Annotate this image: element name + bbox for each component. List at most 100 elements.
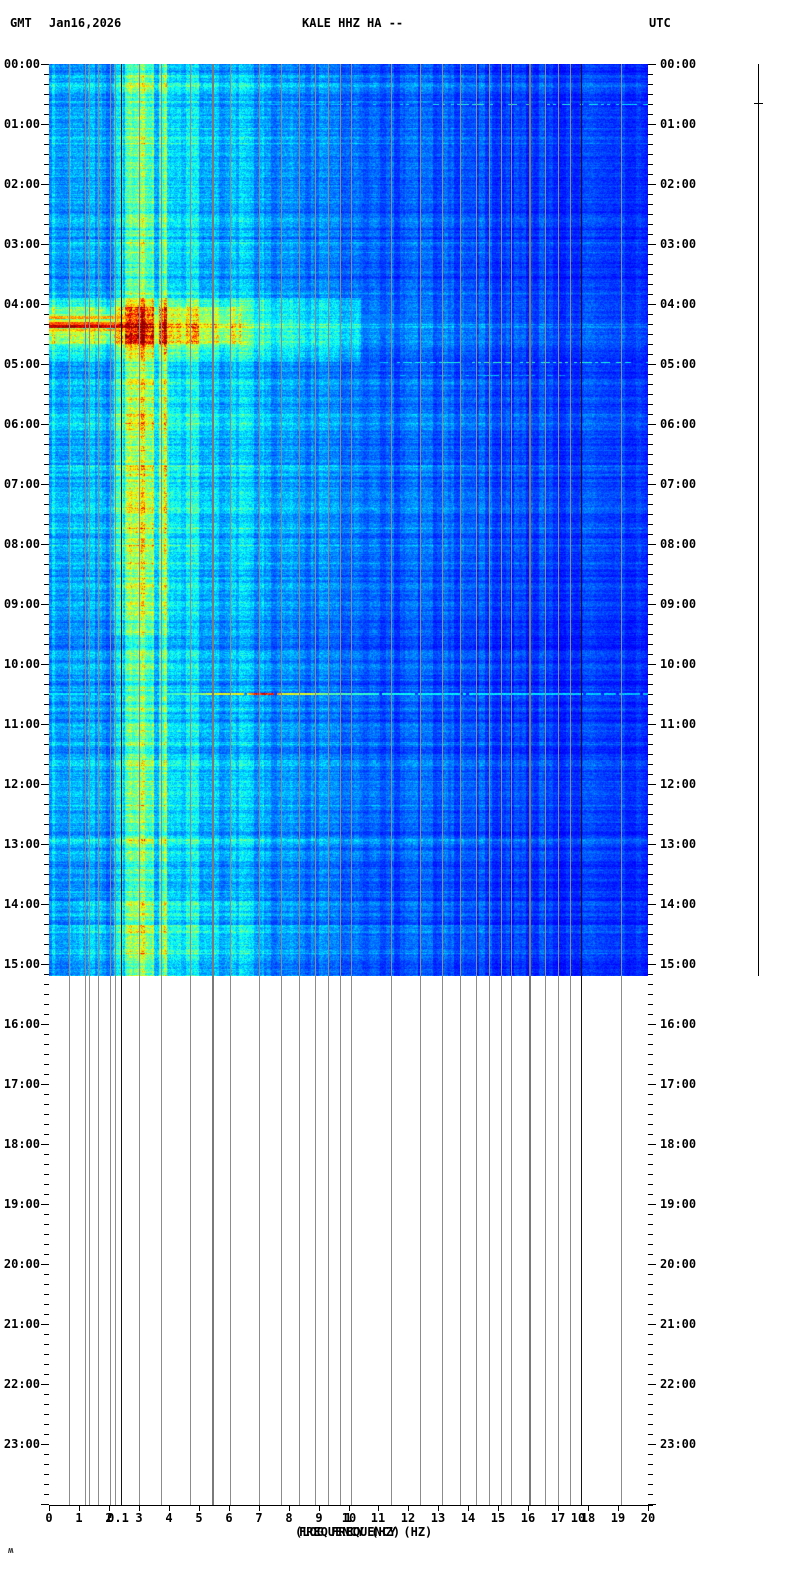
minute-tick-left	[44, 1424, 49, 1425]
minute-tick-right	[648, 1254, 653, 1255]
freq-gridline	[110, 64, 111, 1505]
minute-tick-left	[44, 1344, 49, 1345]
freq-gridline	[501, 64, 502, 1505]
hour-tick-left	[41, 1084, 49, 1085]
hour-tick-left	[41, 664, 49, 665]
freq-tick-label: 1	[75, 1511, 83, 1525]
minute-tick-left	[44, 1054, 49, 1055]
minute-tick-left	[44, 1474, 49, 1475]
minute-tick-right	[648, 1164, 653, 1165]
hour-tick-left	[41, 1144, 49, 1145]
minute-tick-right	[648, 1234, 653, 1235]
minute-tick-right	[648, 954, 653, 955]
minute-tick-left	[44, 1244, 49, 1245]
freq-tick-label: 5	[195, 1511, 203, 1525]
minute-tick-right	[648, 394, 653, 395]
minute-tick-left	[44, 1184, 49, 1185]
hour-tick-left	[41, 844, 49, 845]
minute-tick-left	[44, 1074, 49, 1075]
minute-tick-left	[44, 1214, 49, 1215]
freq-gridline	[558, 64, 559, 1505]
minute-tick-right	[648, 524, 653, 525]
time-label-left: 00:00	[3, 57, 40, 71]
hour-tick-right	[648, 904, 656, 905]
hour-tick-right	[648, 724, 656, 725]
hour-tick-right	[648, 484, 656, 485]
hour-tick-right	[648, 304, 656, 305]
hour-tick-right	[648, 1144, 656, 1145]
freq-tick-label: 12	[400, 1511, 416, 1525]
minute-tick-right	[648, 374, 653, 375]
time-label-right: 07:00	[660, 477, 697, 491]
hour-tick-right	[648, 1204, 656, 1205]
time-label-right: 17:00	[660, 1077, 697, 1091]
minute-tick-right	[648, 1014, 653, 1015]
minute-tick-right	[648, 114, 653, 115]
freq-gridline	[581, 64, 582, 1505]
minute-tick-right	[648, 94, 653, 95]
time-label-left: 01:00	[3, 117, 40, 131]
hour-tick-right	[648, 604, 656, 605]
minute-tick-right	[648, 414, 653, 415]
freq-tick-label: 11	[370, 1511, 386, 1525]
time-label-left: 21:00	[3, 1317, 40, 1331]
minute-tick-right	[648, 634, 653, 635]
minute-tick-left	[44, 1004, 49, 1005]
minute-tick-right	[648, 1294, 653, 1295]
minute-tick-left	[44, 1014, 49, 1015]
freq-gridline	[315, 64, 316, 1505]
freq-gridline	[139, 64, 140, 1505]
minute-tick-left	[44, 1164, 49, 1165]
minute-tick-left	[44, 1154, 49, 1155]
minute-tick-right	[648, 464, 653, 465]
minute-tick-left	[44, 1294, 49, 1295]
minute-tick-right	[648, 324, 653, 325]
minute-tick-right	[648, 1494, 653, 1495]
minute-tick-right	[648, 924, 653, 925]
minute-tick-right	[648, 1334, 653, 1335]
minute-tick-right	[648, 754, 653, 755]
hour-tick-left	[41, 724, 49, 725]
freq-gridline	[391, 64, 392, 1505]
time-label-right: 21:00	[660, 1317, 697, 1331]
freq-gridline	[85, 64, 86, 1505]
minute-tick-left	[44, 1334, 49, 1335]
freq-gridline	[621, 64, 622, 1505]
minute-tick-right	[648, 1194, 653, 1195]
minute-tick-right	[648, 934, 653, 935]
minute-tick-right	[648, 564, 653, 565]
minute-tick-right	[648, 884, 653, 885]
time-label-right: 01:00	[660, 117, 697, 131]
minute-tick-right	[648, 684, 653, 685]
minute-tick-right	[648, 514, 653, 515]
date-label: Jan16,2026	[49, 16, 122, 30]
minute-tick-right	[648, 654, 653, 655]
minute-tick-right	[648, 704, 653, 705]
minute-tick-right	[648, 1304, 653, 1305]
minute-tick-right	[648, 264, 653, 265]
time-label-right: 02:00	[660, 177, 697, 191]
hour-tick-right	[648, 184, 656, 185]
time-label-left: 08:00	[3, 537, 40, 551]
hour-tick-left	[41, 184, 49, 185]
minute-tick-right	[648, 214, 653, 215]
hour-tick-right	[648, 544, 656, 545]
freq-gridline	[98, 64, 99, 1505]
minute-tick-right	[648, 554, 653, 555]
freq-tick-label: 7	[255, 1511, 263, 1525]
minute-tick-right	[648, 674, 653, 675]
time-label-right: 19:00	[660, 1197, 697, 1211]
hour-tick-right	[648, 64, 656, 65]
minute-tick-right	[648, 1124, 653, 1125]
minute-tick-right	[648, 344, 653, 345]
minute-tick-right	[648, 644, 653, 645]
minute-tick-left	[44, 1374, 49, 1375]
hour-tick-left	[41, 424, 49, 425]
minute-tick-right	[648, 274, 653, 275]
minute-tick-right	[648, 944, 653, 945]
freq-tick-label: 13	[430, 1511, 446, 1525]
minute-tick-right	[648, 1244, 653, 1245]
minute-tick-left	[44, 1134, 49, 1135]
minute-tick-right	[648, 854, 653, 855]
minute-tick-right	[648, 764, 653, 765]
